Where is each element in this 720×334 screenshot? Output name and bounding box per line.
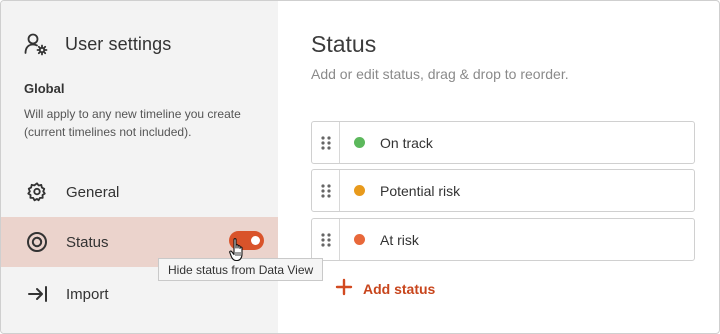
status-row[interactable]: At risk — [311, 218, 695, 261]
global-section-title: Global — [24, 81, 65, 96]
status-label[interactable]: At risk — [380, 232, 419, 248]
sidebar-item-label: Import — [66, 285, 109, 303]
toggle-knob — [251, 236, 260, 245]
status-row[interactable]: On track — [311, 121, 695, 164]
status-color-dot — [354, 185, 365, 196]
status-icon — [26, 231, 48, 253]
sidebar-item-label: General — [66, 183, 120, 201]
page-title: Status — [311, 31, 377, 57]
gear-icon — [26, 181, 48, 203]
status-label[interactable]: Potential risk — [380, 183, 460, 199]
add-status-label: Add status — [363, 280, 436, 297]
add-status-button[interactable]: Add status — [335, 278, 435, 299]
sidebar-item-label: Status — [66, 233, 109, 251]
global-section-description: Will apply to any new timeline you creat… — [24, 107, 241, 139]
sidebar-title: User settings — [65, 33, 172, 54]
drag-handle-icon[interactable] — [312, 122, 340, 163]
status-label[interactable]: On track — [380, 135, 433, 151]
drag-handle-icon[interactable] — [312, 170, 340, 211]
hand-cursor-icon — [229, 238, 243, 262]
settings-window: User settings Global Will apply to any n… — [0, 0, 720, 334]
sidebar-item-general[interactable]: General — [1, 167, 278, 217]
import-icon — [26, 283, 48, 305]
drag-handle-icon[interactable] — [312, 219, 340, 260]
status-color-dot — [354, 234, 365, 245]
main-panel: Status Add or edit status, drag & drop t… — [278, 1, 719, 333]
page-subtitle: Add or edit status, drag & drop to reord… — [311, 66, 569, 82]
user-settings-icon — [23, 31, 49, 57]
plus-icon — [335, 278, 353, 299]
status-color-dot — [354, 137, 365, 148]
status-row[interactable]: Potential risk — [311, 169, 695, 212]
sidebar: User settings Global Will apply to any n… — [1, 1, 278, 333]
sidebar-header: User settings — [23, 31, 171, 57]
